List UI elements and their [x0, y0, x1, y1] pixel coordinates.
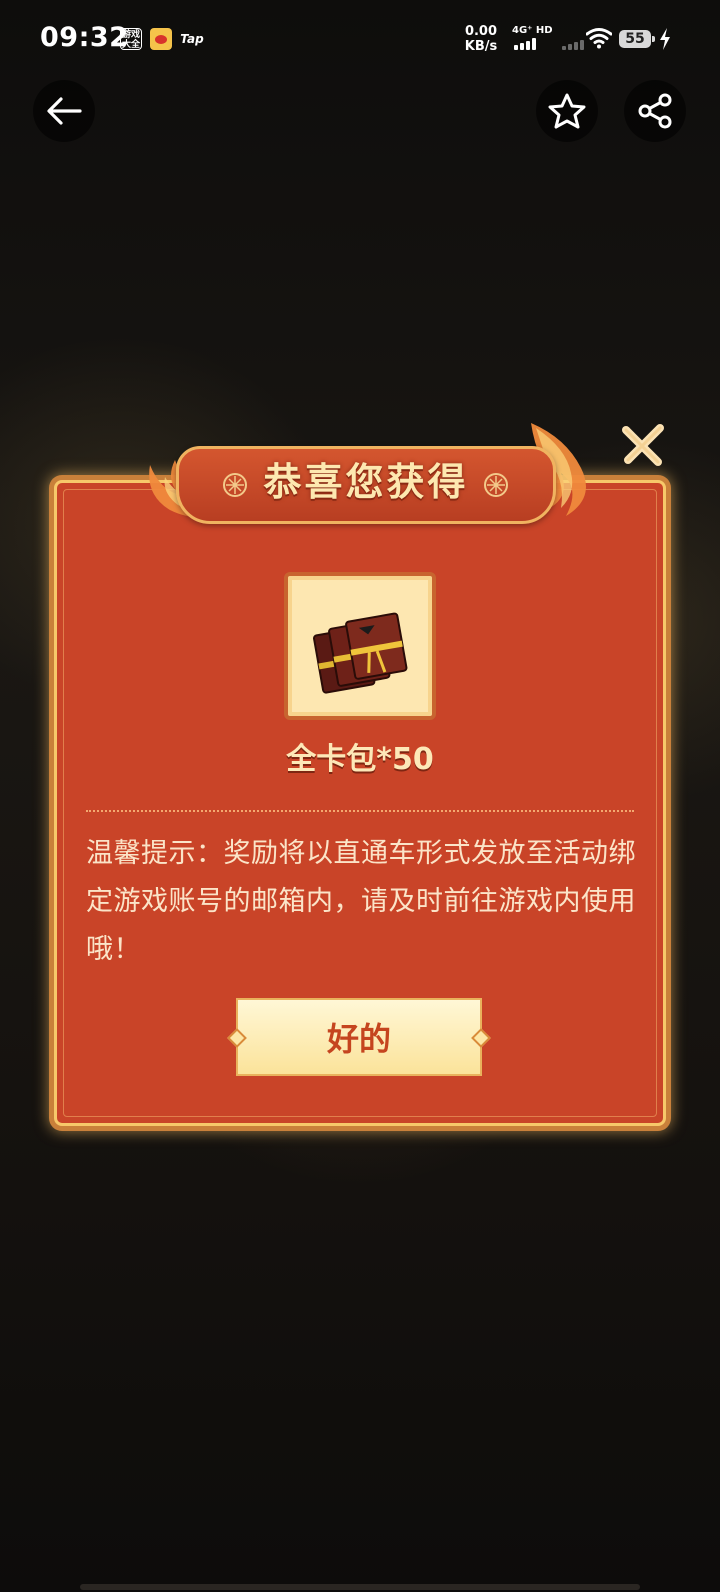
- signal-strength-icon: [514, 38, 542, 50]
- charging-bolt-icon: [660, 28, 670, 50]
- close-icon[interactable]: [618, 420, 668, 470]
- network-speed-value: 0.00: [464, 24, 498, 39]
- network-speed: 0.00 KB/s: [462, 24, 500, 54]
- star-icon: [548, 93, 586, 129]
- wifi-icon: [586, 28, 612, 49]
- youxi-app-icon: 游戏 大全: [120, 28, 142, 50]
- tap-app-icon: Tap: [180, 32, 204, 46]
- status-time: 09:32: [40, 22, 129, 53]
- status-bar: 09:32 游戏 大全 Tap 0.00 KB/s 4G⁺ HD 55: [0, 0, 720, 78]
- weibo-app-icon: [150, 28, 172, 50]
- dialog-title: 恭喜您获得: [263, 460, 469, 504]
- reward-item-name: 全卡包*50: [286, 742, 434, 777]
- network-type: 4G⁺ HD: [512, 25, 553, 36]
- ok-button[interactable]: 好的: [227, 998, 491, 1076]
- dotted-divider: [86, 810, 634, 812]
- reward-tip-text: 温馨提示：奖励将以直通车形式发放至活动绑定游戏账号的邮箱内，请及时前往游戏内使用…: [86, 838, 636, 965]
- gesture-bar[interactable]: [80, 1584, 640, 1590]
- card-pack-icon: [313, 612, 408, 694]
- favorite-button[interactable]: [536, 80, 598, 142]
- reward-item-frame: [284, 572, 436, 720]
- share-button[interactable]: [624, 80, 686, 142]
- back-button[interactable]: [33, 80, 95, 142]
- ok-button-label: 好的: [326, 1020, 391, 1058]
- battery-indicator: 55: [619, 30, 655, 48]
- share-icon: [638, 93, 672, 129]
- arrow-left-icon: [47, 97, 82, 125]
- network-speed-unit: KB/s: [464, 39, 498, 54]
